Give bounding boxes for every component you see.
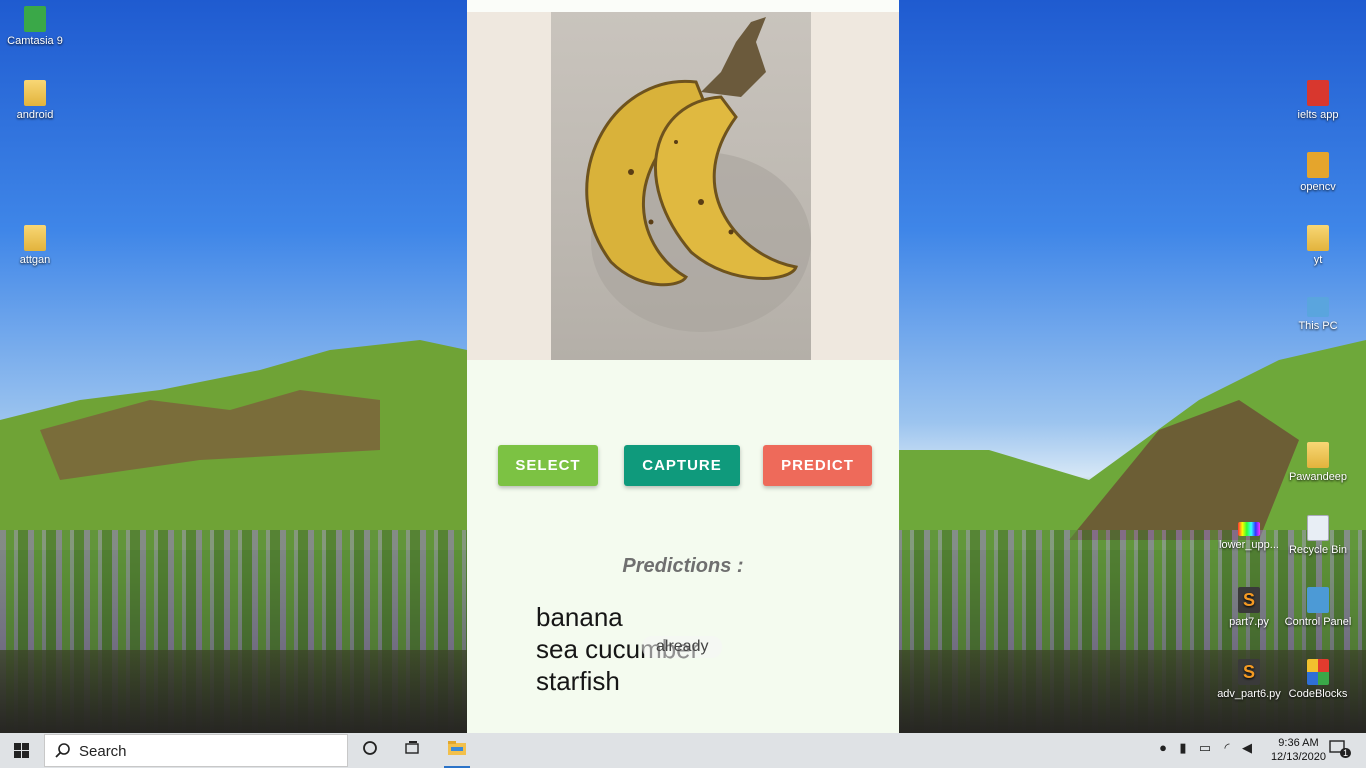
toast-message: already (642, 636, 723, 658)
desktop-icon-label: Control Panel (1284, 616, 1352, 628)
desktop-icon-label: Pawandeep (1288, 471, 1348, 483)
desktop-icon-label: part7.py (1229, 616, 1269, 628)
folder-icon (1307, 225, 1329, 251)
desktop-icon-codeblocks[interactable]: CodeBlocks (1283, 659, 1353, 700)
desktop-icon-recycle-bin[interactable]: Recycle Bin (1283, 515, 1353, 556)
clock-date: 12/13/2020 (1270, 751, 1326, 763)
desktop-icon-label: opencv (1300, 181, 1336, 193)
desktop-icon-label: android (16, 109, 54, 121)
file-explorer-icon[interactable] (444, 740, 470, 768)
wifi-icon[interactable]: ◜ (1217, 740, 1237, 760)
network-status-icon[interactable]: ● (1153, 740, 1173, 760)
notification-count-badge: 1 (1340, 748, 1352, 758)
desktop-icon-label: yt (1313, 254, 1323, 266)
desktop-icon-opencv[interactable]: opencv (1283, 152, 1353, 193)
desktop-icon-label: lower_upp... (1219, 539, 1279, 551)
desktop-icon-ielts-app[interactable]: ielts app (1283, 80, 1353, 121)
predict-button[interactable]: PREDICT (763, 445, 872, 486)
windows-logo-icon (14, 743, 29, 758)
file-icon (1307, 80, 1329, 106)
desktop-icon-adv-part6[interactable]: S adv_part6.py (1214, 659, 1284, 700)
select-button[interactable]: SELECT (498, 445, 598, 486)
taskbar: Search ● ▮ ▭ ◜ ◀ 9:36 AM 12/13/2020 1 (0, 733, 1366, 768)
sublime-icon: S (1238, 587, 1260, 613)
capture-button[interactable]: CAPTURE (624, 445, 740, 486)
recycle-bin-icon (1307, 515, 1329, 541)
phone-app-window: SELECT CAPTURE PREDICT Predictions : ban… (467, 0, 899, 768)
volume-icon[interactable]: ◀ (1237, 740, 1257, 760)
desktop-icon-camtasia[interactable]: Camtasia 9 (0, 6, 70, 47)
computer-icon (1307, 297, 1329, 317)
system-clock[interactable]: 9:36 AM 12/13/2020 (1271, 736, 1326, 764)
banana-photo (551, 12, 811, 360)
clock-time: 9:36 AM (1278, 737, 1319, 749)
prediction-item: starfish (536, 666, 620, 696)
codeblocks-icon (1307, 659, 1329, 685)
desktop-icon-label: attgan (19, 254, 51, 266)
sublime-icon: S (1238, 659, 1260, 685)
search-icon (55, 743, 70, 758)
desktop-icon-label: This PC (1298, 320, 1338, 332)
file-icon (1307, 152, 1329, 178)
desktop-icon-yt[interactable]: yt (1283, 225, 1353, 266)
prediction-item: banana (536, 602, 623, 632)
banana-illustration (585, 17, 811, 332)
desktop-icon-label: adv_part6.py (1217, 688, 1281, 700)
start-button[interactable] (0, 733, 44, 768)
desktop-icon-label: CodeBlocks (1288, 688, 1348, 700)
desktop-icon-part7[interactable]: S part7.py (1214, 587, 1284, 628)
search-placeholder: Search (79, 743, 127, 760)
desktop-icon-label: Recycle Bin (1288, 544, 1348, 556)
camtasia-icon (24, 6, 46, 32)
file-icon (24, 225, 46, 251)
user-folder-icon (1307, 442, 1329, 468)
desktop-icon-label: Camtasia 9 (7, 35, 63, 47)
file-icon (24, 80, 46, 106)
desktop-icon-lower-upp[interactable]: lower_upp... (1214, 522, 1284, 551)
notification-center-icon[interactable]: 1 (1328, 740, 1352, 760)
battery-icon[interactable]: ▭ (1195, 740, 1215, 760)
desktop-icon-this-pc[interactable]: This PC (1283, 297, 1353, 332)
task-view-icon[interactable] (402, 740, 422, 760)
desktop-icon-label: ielts app (1297, 109, 1339, 121)
desktop-icon-android[interactable]: android (0, 80, 70, 121)
image-icon (1238, 522, 1260, 536)
image-preview-area (467, 12, 899, 360)
microphone-icon[interactable]: ▮ (1173, 740, 1193, 760)
app-top-bar (467, 0, 899, 12)
predictions-title: Predictions : (622, 555, 744, 577)
control-panel-icon (1307, 587, 1329, 613)
cortana-icon[interactable] (360, 740, 380, 760)
left-hill (0, 340, 467, 550)
taskbar-search-box[interactable]: Search (44, 734, 348, 767)
desktop-icon-pawandeep[interactable]: Pawandeep (1283, 442, 1353, 483)
desktop-icon-control-panel[interactable]: Control Panel (1283, 587, 1353, 628)
desktop-icon-attgan[interactable]: attgan (0, 225, 70, 266)
